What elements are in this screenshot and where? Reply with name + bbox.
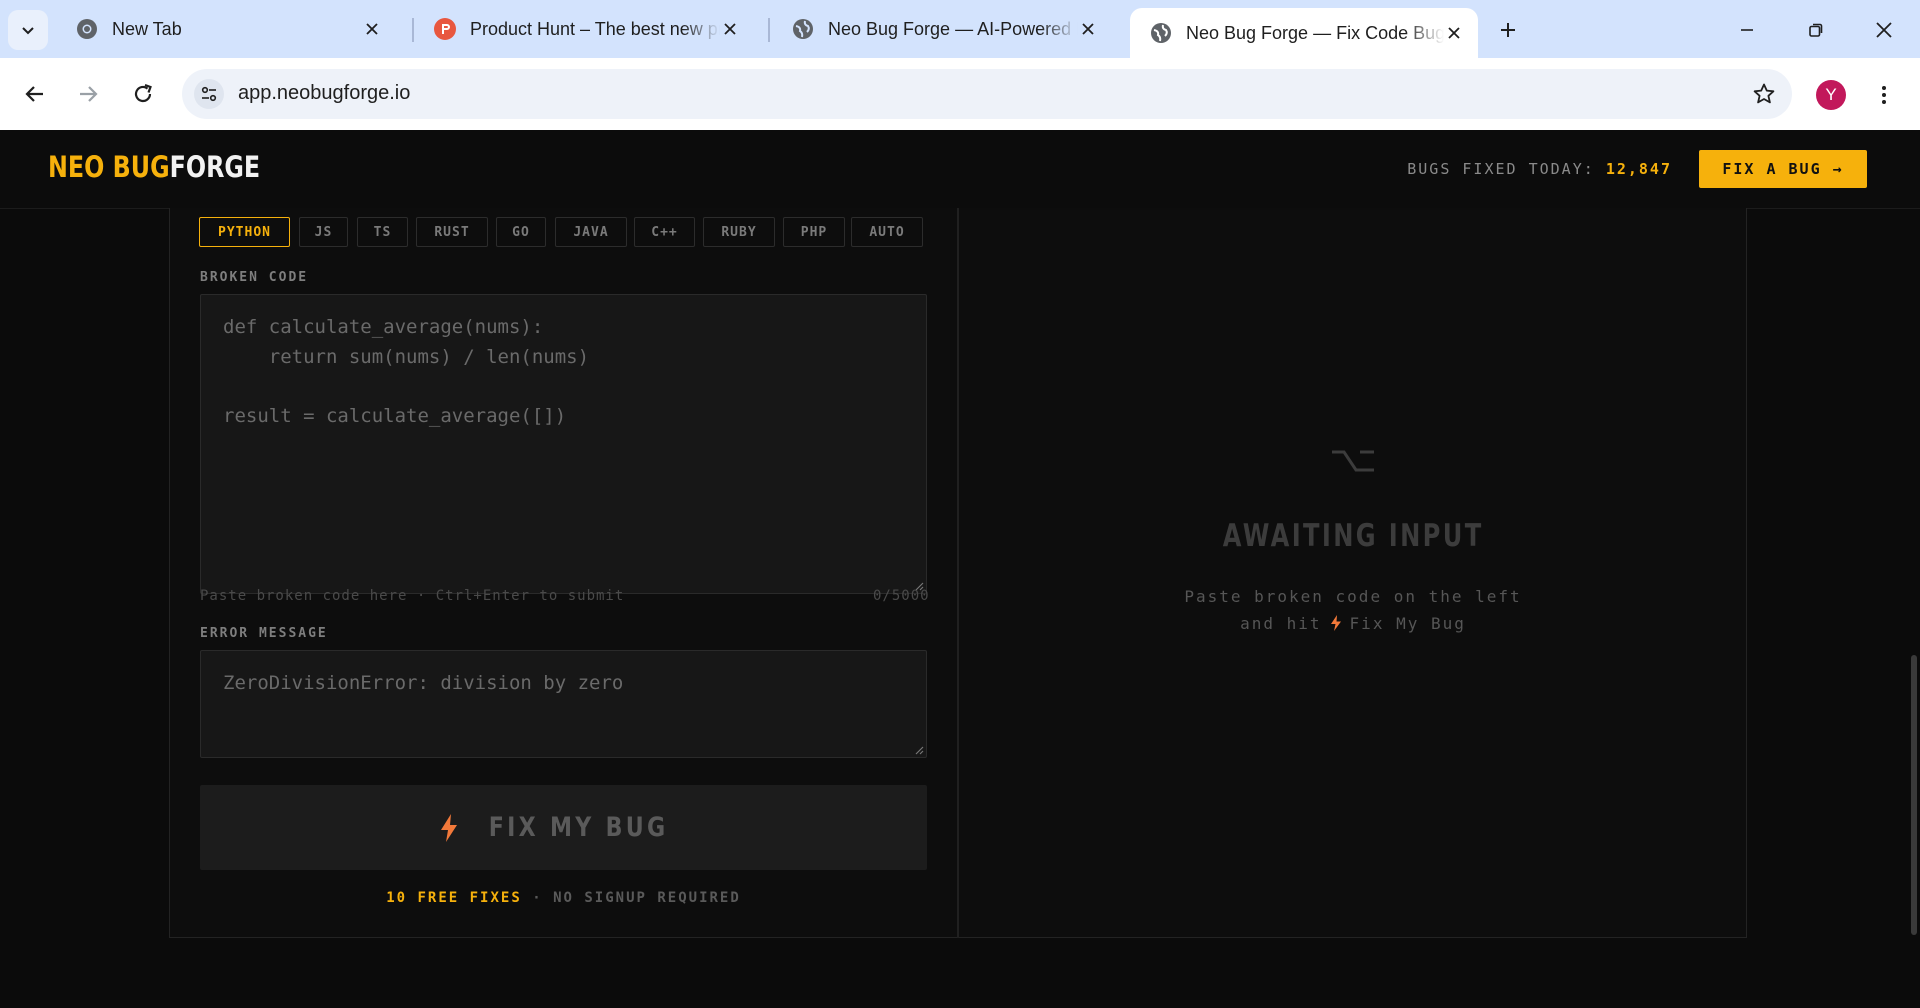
- chevron-down-icon: [22, 27, 34, 35]
- arrow-left-icon: [25, 86, 43, 102]
- product-hunt-icon: [434, 18, 456, 40]
- bookmark-star-icon[interactable]: [1750, 80, 1778, 108]
- page-scrollbar[interactable]: [1911, 655, 1917, 935]
- tab-title: Neo Bug Forge — AI-Powered Bug Fixer: [828, 18, 1078, 39]
- new-tab-button[interactable]: [1494, 16, 1522, 44]
- lang-rust[interactable]: RUST: [416, 217, 488, 247]
- stat-value: 12,847: [1605, 160, 1672, 178]
- tab-title: Neo Bug Forge — Fix Code Bugs: [1186, 22, 1444, 43]
- desc-line-1: Paste broken code on the left: [1184, 587, 1522, 606]
- free-fixes-highlight: 10 FREE FIXES: [386, 890, 522, 906]
- close-icon[interactable]: [1444, 23, 1464, 43]
- reload-icon: [134, 83, 152, 103]
- close-icon: [1876, 22, 1892, 38]
- tab-neo-bug-forge-ai[interactable]: Neo Bug Forge — AI-Powered Bug Fixer: [772, 8, 1112, 50]
- more-vertical-icon: [1882, 86, 1886, 104]
- lightning-bolt-icon: [440, 813, 457, 842]
- address-bar[interactable]: app.neobugforge.io: [182, 69, 1792, 119]
- code-placeholder: def calculate_average(nums): return sum(…: [223, 316, 590, 427]
- lang-python[interactable]: PYTHON: [199, 217, 290, 247]
- free-fixes-rest: · NO SIGNUP REQUIRED: [521, 890, 741, 906]
- awaiting-input-description: Paste broken code on the left and hit Fix…: [959, 583, 1747, 637]
- desc-line-2: and hit Fix My Bug: [959, 610, 1747, 637]
- url-text[interactable]: app.neobugforge.io: [238, 82, 410, 105]
- app-header: NEO BUGFORGE BUGS FIXED TODAY: 12,847 FI…: [0, 130, 1920, 209]
- desc-line-2-post: Fix My Bug: [1349, 614, 1466, 633]
- chrome-icon: [77, 19, 97, 39]
- close-icon[interactable]: [362, 19, 382, 39]
- char-count: 0/5000: [873, 588, 930, 604]
- menu-button[interactable]: [1872, 78, 1896, 112]
- bugs-fixed-stat: BUGS FIXED TODAY: 12,847: [1407, 160, 1672, 178]
- restore-button[interactable]: [1798, 14, 1834, 46]
- site-info-icon[interactable]: [194, 79, 224, 109]
- option-key-icon: [1332, 450, 1374, 472]
- forward-button[interactable]: [70, 76, 106, 112]
- fix-my-bug-button[interactable]: FIX MY BUG: [200, 785, 927, 870]
- globe-icon: [793, 19, 813, 39]
- stat-label: BUGS FIXED TODAY:: [1407, 160, 1595, 178]
- desc-line-2-pre: and hit: [1240, 614, 1322, 633]
- lang-ts[interactable]: TS: [357, 217, 408, 247]
- tab-neo-bug-forge-fix[interactable]: Neo Bug Forge — Fix Code Bugs: [1130, 8, 1478, 58]
- tab-new-tab[interactable]: New Tab: [56, 8, 396, 50]
- tab-title: New Tab: [112, 18, 182, 39]
- broken-code-label: BROKEN CODE: [200, 270, 309, 285]
- logo-part-2: FORGE: [169, 150, 261, 184]
- lang-auto[interactable]: AUTO: [851, 217, 923, 247]
- lightning-bolt-icon: [1330, 615, 1341, 631]
- fix-a-bug-button[interactable]: FIX A BUG →: [1699, 150, 1867, 188]
- fix-my-bug-label: FIX MY BUG: [488, 812, 669, 843]
- logo[interactable]: NEO BUGFORGE: [48, 150, 260, 184]
- logo-part-1: NEO BUG: [48, 150, 170, 184]
- lang-go[interactable]: GO: [496, 217, 546, 247]
- arrow-right-icon: [80, 86, 98, 102]
- plus-icon: [1501, 23, 1515, 37]
- profile-avatar[interactable]: Y: [1816, 80, 1846, 110]
- close-icon[interactable]: [1078, 19, 1098, 39]
- restore-icon: [1809, 23, 1823, 37]
- broken-code-input[interactable]: def calculate_average(nums): return sum(…: [200, 294, 927, 594]
- resize-handle-icon[interactable]: [914, 745, 924, 755]
- lang-php[interactable]: PHP: [783, 217, 845, 247]
- close-icon[interactable]: [720, 19, 740, 39]
- close-window-button[interactable]: [1866, 14, 1902, 46]
- browser-toolbar: app.neobugforge.io Y: [0, 58, 1920, 130]
- tab-product-hunt[interactable]: Product Hunt – The best new products: [414, 8, 754, 50]
- minimize-button[interactable]: [1729, 14, 1765, 46]
- lang-js[interactable]: JS: [299, 217, 348, 247]
- error-message-input[interactable]: ZeroDivisionError: division by zero: [200, 650, 927, 758]
- free-fixes-note: 10 FREE FIXES · NO SIGNUP REQUIRED: [200, 890, 927, 906]
- back-button[interactable]: [17, 76, 53, 112]
- lang-java[interactable]: JAVA: [555, 217, 627, 247]
- code-hint: Paste broken code here · Ctrl+Enter to s…: [200, 588, 625, 604]
- reload-button[interactable]: [125, 76, 161, 112]
- lang-ruby[interactable]: RUBY: [703, 217, 775, 247]
- minimize-icon: [1741, 29, 1753, 31]
- tab-strip: New Tab Product Hunt – The best new prod…: [0, 0, 1920, 58]
- tab-search-button[interactable]: [8, 10, 48, 50]
- tab-separator: [768, 18, 770, 42]
- error-placeholder: ZeroDivisionError: division by zero: [223, 672, 624, 694]
- awaiting-input-title: AWAITING INPUT: [959, 518, 1747, 554]
- globe-icon: [1151, 23, 1171, 43]
- lang-cpp[interactable]: C++: [634, 217, 695, 247]
- tab-title: Product Hunt – The best new products: [470, 18, 720, 39]
- awaiting-input-text: AWAITING INPUT: [1222, 518, 1484, 554]
- panel-divider: [957, 208, 959, 938]
- error-message-label: ERROR MESSAGE: [200, 626, 328, 641]
